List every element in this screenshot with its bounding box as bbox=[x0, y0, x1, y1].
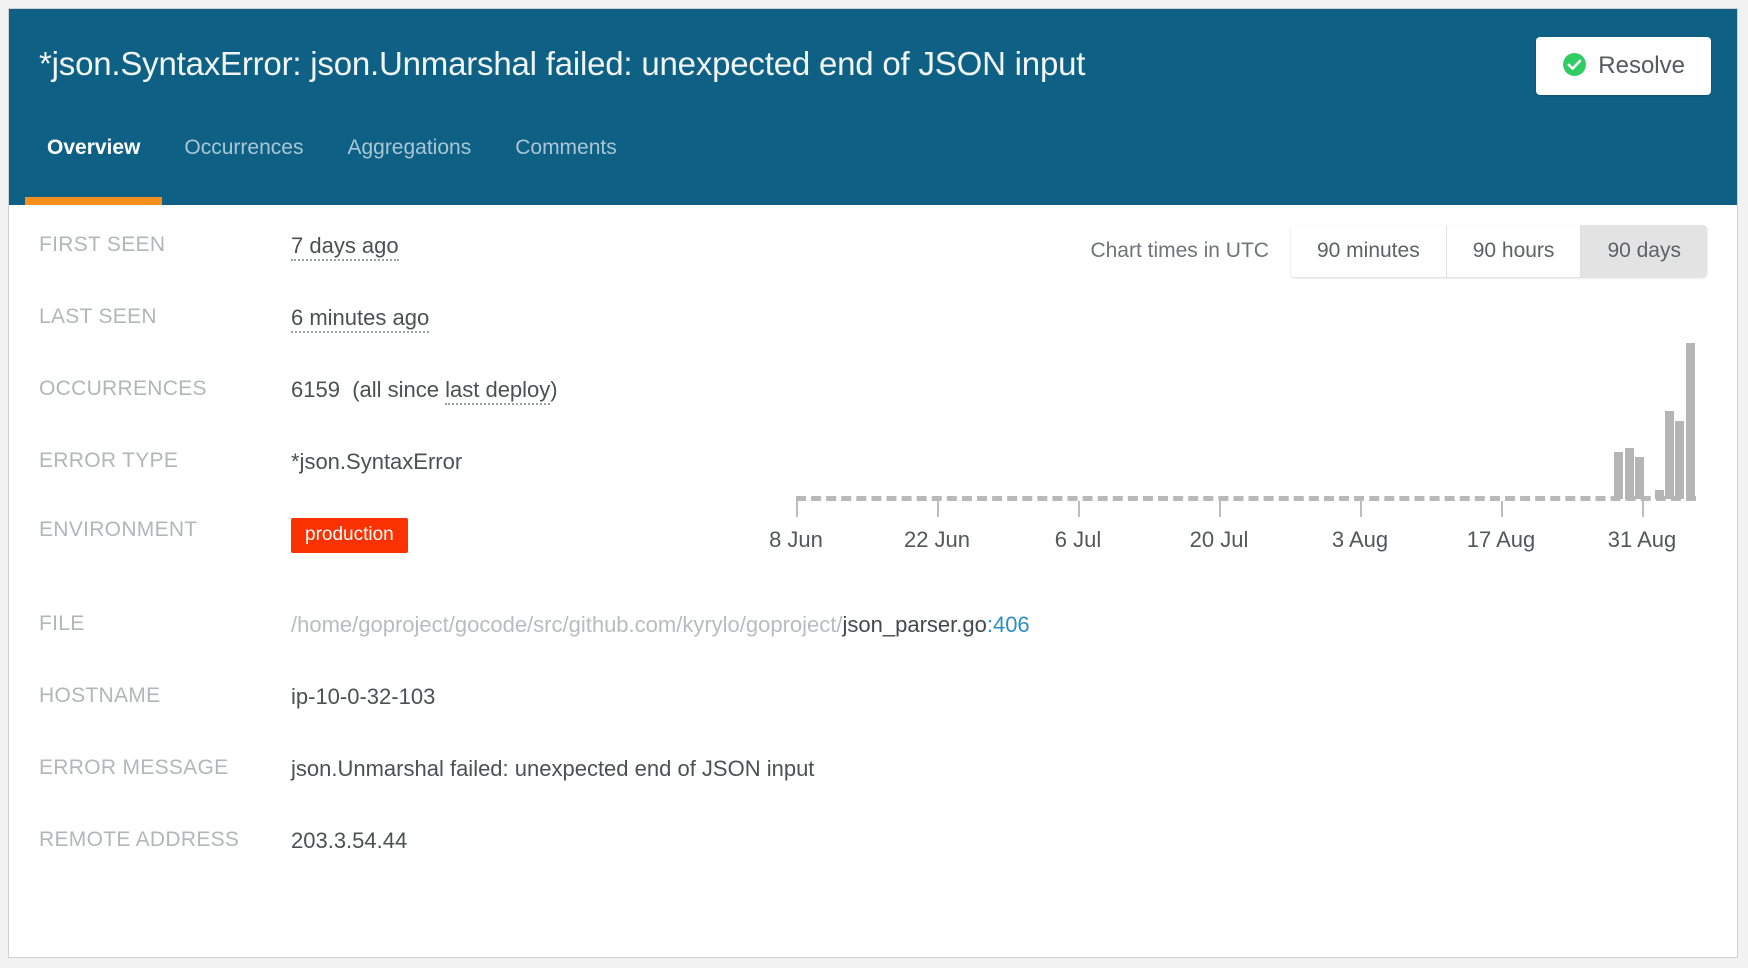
chart-axis-tick bbox=[1501, 501, 1503, 517]
file-line-number[interactable]: :406 bbox=[987, 612, 1030, 637]
page-header: *json.SyntaxError: json.Unmarshal failed… bbox=[9, 9, 1737, 205]
detail-label: OCCURRENCES bbox=[39, 377, 207, 400]
chart-axis-tick bbox=[1078, 501, 1080, 517]
tab-active-underline bbox=[25, 197, 163, 205]
file-directory: /home/goproject/gocode/src/github.com/ky… bbox=[291, 612, 843, 637]
time-range-selector: 90 minutes 90 hours 90 days bbox=[1290, 225, 1707, 277]
last-deploy-link[interactable]: last deploy bbox=[445, 377, 551, 405]
chart-axis-tick bbox=[937, 501, 939, 517]
first-seen-value: 7 days ago bbox=[291, 233, 399, 261]
detail-value-error-message: json.Unmarshal failed: unexpected end of… bbox=[291, 756, 815, 781]
page-title: *json.SyntaxError: json.Unmarshal failed… bbox=[39, 45, 1086, 82]
tab-occurrences[interactable]: Occurrences bbox=[162, 137, 325, 205]
range-90-days-button[interactable]: 90 days bbox=[1581, 225, 1707, 277]
chart-bar[interactable] bbox=[1635, 457, 1644, 499]
detail-value-remote-address: 203.3.54.44 bbox=[291, 828, 408, 853]
detail-label: FILE bbox=[39, 612, 85, 635]
tab-overview[interactable]: Overview bbox=[25, 136, 163, 205]
chart-axis-tick-label: 6 Jul bbox=[1054, 527, 1102, 552]
tab-overview-label: Overview bbox=[47, 136, 141, 159]
chart-bar[interactable] bbox=[1665, 411, 1674, 499]
resolve-button[interactable]: Resolve bbox=[1536, 37, 1711, 95]
detail-value-occurrences: 6159 (all since last deploy) bbox=[291, 377, 558, 405]
chart-axis-tick-label: 8 Jun bbox=[769, 527, 823, 552]
chart-baseline bbox=[796, 496, 1696, 501]
range-90-minutes-button[interactable]: 90 minutes bbox=[1290, 225, 1447, 277]
tab-comments-label: Comments bbox=[515, 136, 617, 159]
tab-bar: Overview Occurrences Aggregations Commen… bbox=[9, 137, 639, 205]
error-detail-panel: *json.SyntaxError: json.Unmarshal failed… bbox=[8, 8, 1738, 958]
app-screen: *json.SyntaxError: json.Unmarshal failed… bbox=[0, 0, 1748, 968]
detail-value-file[interactable]: /home/goproject/gocode/src/github.com/ky… bbox=[291, 612, 1030, 638]
tab-occurrences-label: Occurrences bbox=[184, 136, 304, 159]
detail-label: REMOTE ADDRESS bbox=[39, 828, 240, 851]
detail-label: LAST SEEN bbox=[39, 305, 157, 328]
chart-timezone-note: Chart times in UTC bbox=[1090, 239, 1269, 262]
chart-bar[interactable] bbox=[1686, 343, 1695, 499]
detail-label: HOSTNAME bbox=[39, 684, 161, 707]
chart-axis-tick bbox=[796, 501, 798, 517]
range-90-hours-button[interactable]: 90 hours bbox=[1446, 225, 1582, 277]
chart-bar[interactable] bbox=[1625, 448, 1634, 499]
chart-axis-tick bbox=[1219, 501, 1221, 517]
tab-comments[interactable]: Comments bbox=[493, 137, 639, 205]
occurrences-chart: Chart times in UTC 90 minutes 90 hours 9… bbox=[669, 215, 1729, 595]
detail-label: ERROR MESSAGE bbox=[39, 756, 229, 779]
check-circle-icon bbox=[1562, 52, 1587, 80]
detail-value-error-type: *json.SyntaxError bbox=[291, 449, 463, 474]
detail-label: FIRST SEEN bbox=[39, 233, 166, 256]
last-seen-value: 6 minutes ago bbox=[291, 305, 430, 333]
chart-bar[interactable] bbox=[1675, 421, 1684, 499]
tab-underline bbox=[493, 197, 639, 205]
occurrences-prefix: (all since bbox=[352, 377, 446, 402]
detail-label: ENVIRONMENT bbox=[39, 518, 198, 541]
chart-axis-tick-label: 17 Aug bbox=[1466, 527, 1536, 552]
file-name: json_parser.go bbox=[842, 612, 987, 637]
detail-value-last-seen[interactable]: 6 minutes ago bbox=[291, 305, 430, 333]
tab-aggregations-label: Aggregations bbox=[347, 136, 472, 159]
tab-underline bbox=[162, 197, 325, 205]
chart-bar[interactable] bbox=[1614, 452, 1623, 499]
tab-aggregations[interactable]: Aggregations bbox=[325, 137, 493, 205]
overview-body: FIRST SEEN 7 days ago LAST SEEN 6 minute… bbox=[9, 205, 1737, 957]
chart-axis-tick-label: 3 Aug bbox=[1331, 527, 1389, 552]
detail-value-hostname: ip-10-0-32-103 bbox=[291, 684, 436, 709]
detail-value-first-seen[interactable]: 7 days ago bbox=[291, 233, 399, 261]
chart-controls: Chart times in UTC 90 minutes 90 hours 9… bbox=[1090, 225, 1707, 277]
detail-label: ERROR TYPE bbox=[39, 449, 179, 472]
chart-plot-area[interactable]: 8 Jun 22 Jun 6 Jul 20 Jul 3 Aug 17 Aug 31 Aug bbox=[669, 299, 1729, 589]
chart-axis-tick-label: 22 Jun bbox=[903, 527, 971, 552]
chart-axis-tick bbox=[1360, 501, 1362, 517]
occurrences-count: 6159 bbox=[291, 377, 340, 402]
chart-axis-tick-label: 20 Jul bbox=[1189, 527, 1249, 552]
environment-badge: production bbox=[291, 518, 408, 553]
resolve-button-label: Resolve bbox=[1598, 52, 1685, 79]
chart-bar[interactable] bbox=[1655, 490, 1664, 499]
chart-axis-tick bbox=[1642, 501, 1644, 517]
chart-axis-tick-label: 31 Aug bbox=[1607, 527, 1677, 552]
tab-underline bbox=[325, 197, 493, 205]
occurrences-suffix: ) bbox=[550, 377, 558, 402]
